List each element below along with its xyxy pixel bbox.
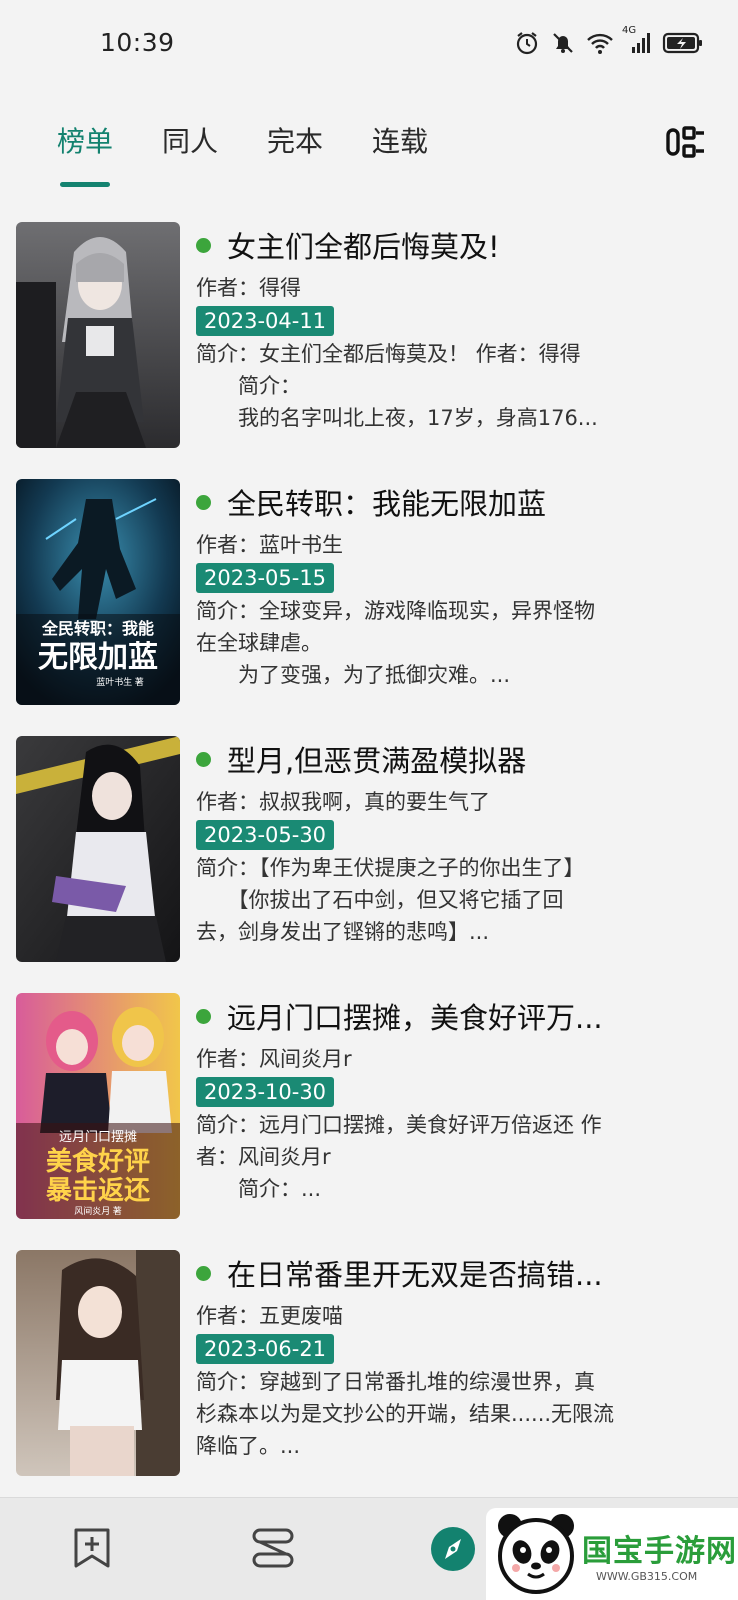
- book-intro: 简介：【作为卑王伏提庚之子的你出生了】 【你拔出了石中剑，但又将它插了回 去，剑…: [196, 852, 666, 948]
- book-intro: 简介：女主们全都后悔莫及！ 作者：得得 简介： 我的名字叫北上夜，17岁，身高1…: [196, 338, 666, 434]
- watermark-url: WWW.GB315.COM: [596, 1570, 698, 1583]
- panda-icon: [498, 1514, 574, 1594]
- book-item[interactable]: 远月门口摆摊 美食好评 暴击返还 风间炎月 著 远月门口摆摊，美食好评万... …: [0, 989, 738, 1225]
- signal-icon: 4G: [622, 25, 652, 55]
- tab-completed[interactable]: 完本: [267, 120, 323, 160]
- book-title-row: 女主们全都后悔莫及!: [196, 222, 660, 268]
- book-author: 作者：得得: [196, 276, 301, 300]
- book-author: 作者：风间炎月r: [196, 1047, 352, 1071]
- book-title: 远月门口摆摊，美食好评万...: [227, 1001, 603, 1035]
- intro-line: 简介：女主们全都后悔莫及！ 作者：得得: [196, 342, 581, 366]
- update-date-badge: 2023-04-11: [196, 306, 335, 336]
- status-time: 10:39: [100, 28, 175, 57]
- battery-charging-icon: [662, 31, 704, 55]
- book-cover: 全民转职：我能 无限加蓝 蓝叶书生 著: [16, 479, 180, 705]
- intro-line: 简介：【作为卑王伏提庚之子的你出生了】: [196, 856, 585, 880]
- intro-line: 去，剑身发出了铿锵的悲鸣】...: [196, 920, 490, 944]
- update-date-badge: 2023-05-15: [196, 563, 335, 593]
- watermark-logo: 国宝手游网 WWW.GB315.COM: [486, 1508, 738, 1600]
- tab-indicator: [60, 182, 110, 187]
- update-date-badge: 2023-06-21: [196, 1334, 335, 1364]
- status-bar: 10:39 4G: [0, 0, 738, 90]
- update-dot: [196, 1265, 211, 1281]
- book-title: 全民转职：我能无限加蓝: [227, 487, 547, 521]
- alarm-icon: [514, 30, 540, 56]
- book-intro: 简介：远月门口摆摊，美食好评万倍返还 作 者：风间炎月r 简介：...: [196, 1109, 666, 1205]
- bookmark-add-icon[interactable]: [70, 1526, 114, 1570]
- intro-line: 为了变强，为了抵御灾难。...: [196, 663, 511, 687]
- book-author: 作者：蓝叶书生: [196, 533, 343, 557]
- book-title-row: 型月,但恶贯满盈模拟器: [196, 736, 660, 782]
- watermark-brand: 国宝手游网: [582, 1534, 737, 1569]
- intro-line: 简介：远月门口摆摊，美食好评万倍返还 作: [196, 1113, 602, 1137]
- book-item[interactable]: 女主们全都后悔莫及! 作者：得得 2023-04-11 简介：女主们全都后悔莫及…: [0, 218, 738, 454]
- book-cover: [16, 1250, 180, 1476]
- book-item[interactable]: 型月,但恶贯满盈模拟器 作者：叔叔我啊，真的要生气了 2023-05-30 简介…: [0, 732, 738, 968]
- intro-line: 【你拔出了石中剑，但又将它插了回: [196, 888, 564, 912]
- compass-icon[interactable]: [430, 1526, 476, 1572]
- book-author: 作者：叔叔我啊，真的要生气了: [196, 790, 490, 814]
- intro-line: 简介：全球变异，游戏降临现实，异界怪物: [196, 599, 595, 623]
- book-title-row: 远月门口摆摊，美食好评万...: [196, 993, 660, 1039]
- mute-icon: [550, 30, 576, 56]
- cover-subtitle: 远月门口摆摊: [59, 1129, 137, 1144]
- book-title: 在日常番里开无双是否搞错...: [227, 1258, 603, 1292]
- update-date-badge: 2023-10-30: [196, 1077, 335, 1107]
- update-dot: [196, 237, 211, 253]
- update-date-badge: 2023-05-30: [196, 820, 335, 850]
- tab-rankings[interactable]: 榜单: [57, 120, 113, 160]
- status-icons: 4G: [514, 25, 704, 56]
- update-dot: [196, 1008, 211, 1024]
- intro-line: 在全球肆虐。: [196, 631, 322, 655]
- network-type-label: 4G: [622, 25, 637, 36]
- tab-fanfiction[interactable]: 同人: [162, 120, 218, 160]
- book-cover: [16, 736, 180, 962]
- wifi-icon: [586, 31, 614, 55]
- book-cover: [16, 222, 180, 448]
- filter-icon[interactable]: [664, 120, 708, 164]
- book-title: 女主们全都后悔莫及!: [227, 230, 500, 264]
- book-title-row: 全民转职：我能无限加蓝: [196, 479, 660, 525]
- intro-line: 降临了。...: [196, 1434, 301, 1458]
- intro-line: 杉森本以为是文抄公的开端，结果......无限流: [196, 1402, 615, 1426]
- book-author: 作者：五更废喵: [196, 1304, 343, 1328]
- cover-author: 蓝叶书生 著: [96, 676, 144, 687]
- cover-title-main: 无限加蓝: [38, 641, 158, 674]
- update-dot: [196, 751, 211, 767]
- tab-serializing[interactable]: 连载: [372, 120, 428, 160]
- book-title-row: 在日常番里开无双是否搞错...: [196, 1250, 660, 1296]
- intro-line: 者：风间炎月r: [196, 1145, 331, 1169]
- book-intro: 简介：全球变异，游戏降临现实，异界怪物 在全球肆虐。 为了变强，为了抵御灾难。.…: [196, 595, 666, 691]
- book-intro: 简介：穿越到了日常番扎堆的综漫世界，真 杉森本以为是文抄公的开端，结果.....…: [196, 1366, 666, 1462]
- intro-line: 简介：穿越到了日常番扎堆的综漫世界，真: [196, 1370, 595, 1394]
- update-dot: [196, 494, 211, 510]
- book-item[interactable]: 在日常番里开无双是否搞错... 作者：五更废喵 2023-06-21 简介：穿越…: [0, 1246, 738, 1482]
- cover-title-line: 全民转职：我能: [41, 619, 154, 638]
- cover-title-main: 美食好评: [46, 1146, 150, 1176]
- book-cover: 远月门口摆摊 美食好评 暴击返还 风间炎月 著: [16, 993, 180, 1219]
- book-title: 型月,但恶贯满盈模拟器: [227, 744, 527, 778]
- book-item[interactable]: 全民转职：我能 无限加蓝 蓝叶书生 著 全民转职：我能无限加蓝 作者：蓝叶书生 …: [0, 475, 738, 711]
- category-tabs: 榜单 同人 完本 连载: [0, 110, 738, 200]
- bookshelf-icon[interactable]: [250, 1526, 298, 1570]
- intro-line: 简介：...: [196, 1177, 322, 1201]
- intro-line: 我的名字叫北上夜，17岁，身高176...: [196, 406, 598, 430]
- intro-line: 简介：: [196, 374, 301, 398]
- cover-author: 风间炎月 著: [74, 1205, 122, 1216]
- cover-title-main: 暴击返还: [46, 1175, 151, 1205]
